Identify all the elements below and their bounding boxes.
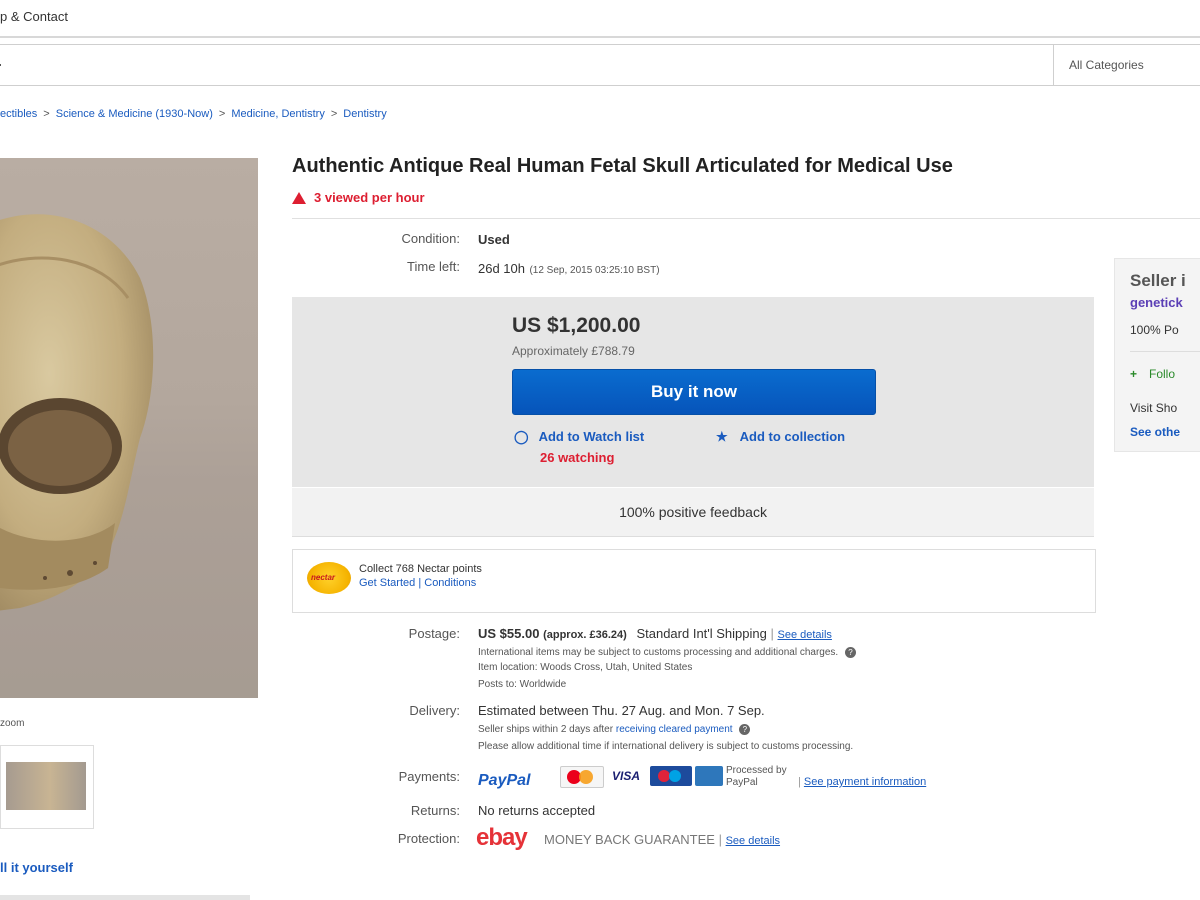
time-left-label: Time left: xyxy=(407,259,460,274)
follow-label: Follo xyxy=(1149,367,1176,381)
get-started-link[interactable]: Get Started xyxy=(359,577,415,589)
breadcrumb: ectibles > Science & Medicine (1930-Now) > M… xyxy=(0,108,387,120)
zoom-hint: zoom xyxy=(0,718,25,729)
eye-icon: ◯ xyxy=(514,429,529,444)
thumbnail-image xyxy=(6,762,86,810)
divider xyxy=(292,218,1200,219)
buy-it-now-button[interactable]: Buy it now xyxy=(512,369,876,415)
approx-price: Approximately £788.79 xyxy=(512,344,635,358)
postage-price: US $55.00 xyxy=(478,626,540,641)
price: US $1,200.00 xyxy=(512,314,641,337)
postage-see-details-link[interactable]: See details xyxy=(777,629,831,641)
returns-value: No returns accepted xyxy=(478,803,596,818)
protection-see-details-link[interactable]: See details xyxy=(726,835,780,847)
postage-approx: (approx. £36.24) xyxy=(543,629,627,641)
listing-title: Authentic Antique Real Human Fetal Skull… xyxy=(292,155,953,177)
help-contact-link[interactable]: p & Contact xyxy=(0,9,68,24)
nectar-logo: nectar xyxy=(307,562,351,594)
breadcrumb-item[interactable]: Dentistry xyxy=(343,108,386,120)
mastercard-icon xyxy=(560,766,604,788)
delivery-estimate: Estimated between Thu. 27 Aug. and Mon. … xyxy=(478,703,765,718)
postage-value: US $55.00 (approx. £36.24) Standard Int'… xyxy=(478,626,832,641)
add-to-watch-list-link[interactable]: ◯ Add to Watch list xyxy=(514,429,644,445)
top-bar: p & Contact xyxy=(0,0,1200,38)
star-icon: ★ xyxy=(716,429,728,444)
money-back-guarantee: MONEY BACK GUARANTEE | See details xyxy=(544,832,781,847)
posts-to: Posts to: Worldwide xyxy=(478,679,567,690)
nectar-logo-text: nectar xyxy=(311,573,336,582)
payment-info: | See payment information xyxy=(798,776,927,788)
visit-shop-link[interactable]: Visit Sho xyxy=(1130,401,1177,415)
see-other-items-link[interactable]: See othe xyxy=(1130,425,1180,439)
nectar-points: Collect 768 Nectar points xyxy=(359,563,482,575)
condition-label: Condition: xyxy=(401,231,460,246)
payments-label: Payments: xyxy=(398,769,460,784)
condition-value: Used xyxy=(478,232,510,247)
payment-info-link[interactable]: See payment information xyxy=(804,776,926,788)
paypal-logo: PayPal xyxy=(478,772,531,789)
search-input[interactable]: All Categories xyxy=(0,44,1200,86)
add-to-collection-link[interactable]: ★ Add to collection xyxy=(716,429,845,445)
views-text: 3 viewed per hour xyxy=(314,190,425,205)
watching-count: 26 watching xyxy=(540,450,615,465)
follow-seller-button[interactable]: + Follo xyxy=(1130,367,1175,381)
item-location: Item location: Woods Cross, Utah, United… xyxy=(478,662,693,673)
ebay-logo-text: ebay xyxy=(476,824,528,851)
guarantee-text: MONEY BACK GUARANTEE xyxy=(544,832,715,847)
help-icon[interactable]: ? xyxy=(739,724,751,735)
time-left-value: 26d 10h xyxy=(478,261,525,276)
product-image[interactable] xyxy=(0,158,258,698)
breadcrumb-item[interactable]: Medicine, Dentistry xyxy=(231,108,325,120)
maestro-icon xyxy=(650,766,692,786)
views-indicator: 3 viewed per hour xyxy=(292,190,425,205)
delivery-label: Delivery: xyxy=(409,703,460,718)
divider xyxy=(0,895,250,900)
postage-note: International items may be subject to cu… xyxy=(478,647,856,658)
customs-note: Please allow additional time if internat… xyxy=(478,741,854,752)
seller-ships-text: Seller ships within 2 days after xyxy=(478,724,614,735)
seller-heading: Seller i xyxy=(1130,271,1186,290)
seller-info-box: Seller i genetick 100% Po + Follo Visit S… xyxy=(1114,258,1200,452)
thumbnail[interactable] xyxy=(0,745,94,829)
seller-ships-note: Seller ships within 2 days after receivi… xyxy=(478,724,751,735)
postage-note-text: International items may be subject to cu… xyxy=(478,647,839,658)
watch-label: Add to Watch list xyxy=(538,429,645,444)
processed-by-paypal: Processed by PayPal xyxy=(726,765,787,788)
search-divider xyxy=(1053,45,1054,85)
plus-icon: + xyxy=(1130,367,1138,381)
nectar-box: nectar Collect 768 Nectar points Get Sta… xyxy=(292,549,1096,613)
breadcrumb-item[interactable]: Science & Medicine (1930-Now) xyxy=(56,108,213,120)
end-time: (12 Sep, 2015 03:25:10 BST) xyxy=(529,265,660,276)
visa-logo: VISA xyxy=(612,769,641,783)
breadcrumb-item[interactable]: ectibles xyxy=(0,108,37,120)
seller-name-link[interactable]: genetick xyxy=(1130,295,1183,310)
search-cursor xyxy=(0,64,1,66)
nectar-links: Get Started | Conditions xyxy=(359,577,477,589)
amex-icon xyxy=(695,766,723,786)
feedback-text: 100% positive feedback xyxy=(619,504,767,520)
returns-label: Returns: xyxy=(410,803,460,818)
ebay-logo: ebay xyxy=(476,824,528,852)
postage-method: Standard Int'l Shipping xyxy=(636,626,767,641)
postage-label: Postage: xyxy=(408,626,460,641)
cleared-payment-link[interactable]: receiving cleared payment xyxy=(616,724,733,735)
divider xyxy=(1130,351,1200,352)
sell-it-yourself-link[interactable]: ll it yourself xyxy=(0,860,73,875)
time-left: 26d 10h (12 Sep, 2015 03:25:10 BST) xyxy=(478,260,660,278)
category-select[interactable]: All Categories xyxy=(1069,58,1144,72)
protection-label: Protection: xyxy=(397,831,460,846)
help-icon[interactable]: ? xyxy=(844,647,856,658)
conditions-link[interactable]: Conditions xyxy=(424,577,476,589)
seller-positive: 100% Po xyxy=(1130,323,1179,337)
skull-photo xyxy=(0,214,258,698)
collection-label: Add to collection xyxy=(739,429,846,444)
fire-icon xyxy=(292,192,306,204)
feedback-bar: 100% positive feedback xyxy=(292,488,1094,537)
